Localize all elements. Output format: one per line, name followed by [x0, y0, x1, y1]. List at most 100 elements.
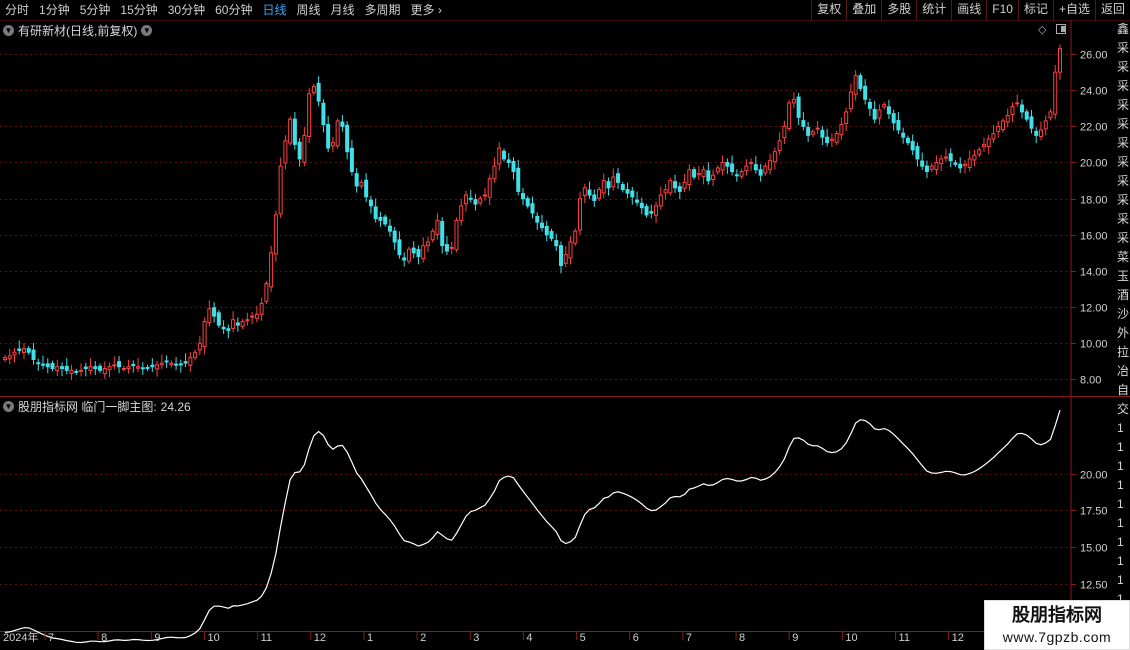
candle-body [905, 137, 910, 144]
candle-body [977, 149, 982, 155]
candle-body [791, 98, 796, 104]
candle-body [226, 328, 231, 332]
candle-body [967, 158, 972, 169]
candle-body [853, 75, 858, 95]
candle-body [929, 165, 934, 170]
strip-glyph: 1 [1117, 535, 1124, 549]
date-label: 7 [685, 632, 693, 644]
candle-body [497, 147, 502, 165]
candle-body [136, 366, 141, 369]
candle-body [397, 239, 402, 256]
candle-body [74, 370, 79, 373]
candle-body [986, 138, 991, 148]
candle-body [810, 131, 815, 135]
candle-body [459, 205, 464, 221]
candle-body [183, 361, 188, 364]
candle-body [231, 319, 236, 329]
candle-body [787, 102, 792, 130]
candle-body [444, 244, 449, 252]
indicator-tick-label: 15.00 [1080, 543, 1108, 555]
candle-body [587, 189, 592, 196]
candle-body [582, 187, 587, 196]
strip-glyph: 1 [1117, 478, 1124, 492]
candle-body [421, 245, 426, 260]
candle-body [188, 357, 193, 366]
candle-body [283, 140, 288, 164]
indicator-line [4, 409, 1061, 644]
candle-body [1058, 48, 1062, 73]
candle-body [540, 222, 545, 229]
strip-glyph: 菜 [1117, 250, 1130, 264]
candle-body [535, 215, 540, 223]
main-chart-title: ▼ 有研新材(日线,前复权) ▼ [3, 22, 153, 39]
candle-body [777, 140, 782, 152]
candle-body [463, 194, 468, 205]
price-tick-label: 24.00 [1080, 86, 1108, 98]
candle-body [829, 138, 834, 141]
chevron-down-icon[interactable]: ▼ [3, 25, 14, 36]
date-label: 2 [420, 632, 427, 644]
candle-body [482, 194, 487, 197]
strip-glyph: 1 [1117, 497, 1124, 511]
candle-body [174, 363, 179, 366]
candle-body [924, 165, 929, 173]
strip-glyph: 采 [1117, 212, 1130, 226]
candle-body [991, 133, 996, 140]
candle-body [45, 363, 50, 368]
candle-body [1029, 116, 1034, 129]
chevron-down-icon[interactable]: ▼ [141, 25, 153, 36]
candle-body [288, 118, 293, 144]
candle-body [516, 167, 521, 192]
candle-body [625, 189, 630, 194]
candle-body [1038, 129, 1043, 137]
strip-glyph: 采 [1117, 117, 1130, 131]
candle-body [611, 176, 616, 188]
candle-body [297, 141, 302, 160]
candle-body [730, 163, 735, 173]
candle-body [264, 283, 269, 302]
candle-body [368, 199, 373, 207]
candle-body [848, 91, 853, 110]
candle-body [644, 206, 649, 216]
candle-body [715, 167, 720, 173]
candle-body [943, 156, 948, 159]
candle-body [953, 162, 958, 165]
candle-body [216, 312, 221, 326]
candle-body [758, 169, 763, 176]
candle-body [948, 153, 953, 162]
candle-body [93, 366, 98, 370]
candle-body [416, 249, 421, 257]
candle-body [844, 111, 849, 124]
candle-body [501, 150, 506, 160]
candle-body [696, 172, 701, 176]
indicator-tick-label: 17.50 [1080, 506, 1108, 518]
price-tick-label: 12.00 [1080, 303, 1108, 315]
candle-body [492, 165, 497, 180]
candle-body [996, 125, 1001, 132]
candle-body [782, 125, 787, 139]
candle-body [658, 194, 663, 207]
candle-body [454, 219, 459, 251]
candle-body [692, 169, 697, 178]
candle-body [316, 82, 321, 102]
panel-toggle-icon[interactable] [1056, 24, 1066, 34]
candle-body [240, 321, 245, 327]
date-label: 9 [792, 632, 799, 644]
candle-body [31, 349, 36, 360]
candle-body [725, 161, 730, 167]
candle-body [83, 366, 88, 370]
candle-body [573, 230, 578, 244]
candle-body [706, 170, 711, 182]
strip-glyph: 采 [1117, 193, 1130, 207]
strip-glyph: 1 [1117, 573, 1124, 587]
candle-body [17, 348, 22, 351]
candle-body [449, 246, 454, 249]
right-info-strip: 鑫采采采采采采采采采采采菜玉酒沙外拉冶自交111111111111 [1117, 20, 1130, 640]
candle-body [606, 181, 611, 189]
date-label: 10 [207, 632, 220, 644]
strip-glyph: 1 [1117, 459, 1124, 473]
chevron-down-icon[interactable]: ▼ [3, 401, 14, 412]
candle-body [50, 362, 55, 370]
candle-body [649, 211, 654, 214]
diamond-icon[interactable]: ◇ [1038, 23, 1046, 36]
